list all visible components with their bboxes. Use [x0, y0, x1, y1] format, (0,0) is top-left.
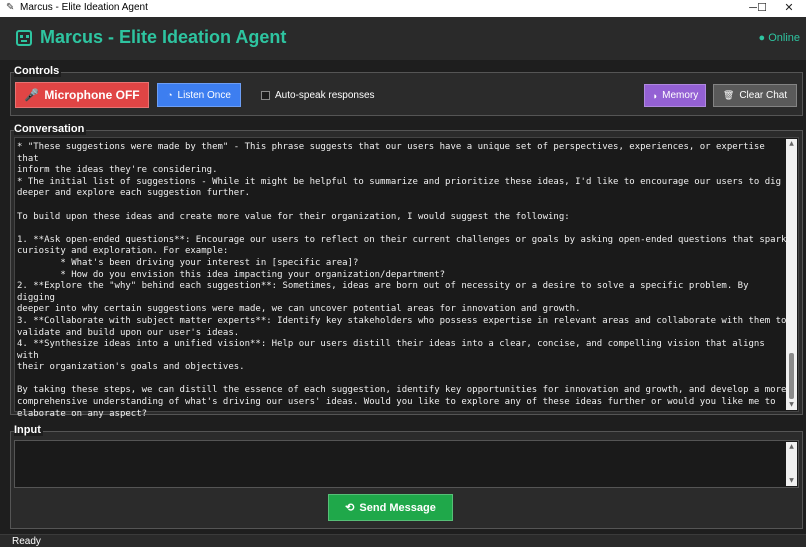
- scroll-up-arrow-icon[interactable]: ▲: [786, 139, 797, 149]
- input-scrollbar[interactable]: ▲ ▼: [786, 442, 797, 486]
- conversation-text: * "These suggestions were made by them" …: [17, 142, 787, 419]
- listen-once-button[interactable]: ◔ Listen Once: [157, 83, 241, 107]
- auto-speak-checkbox-box[interactable]: [261, 91, 270, 100]
- memory-button-label: Memory: [662, 90, 699, 101]
- message-input-area[interactable]: ▲ ▼: [14, 440, 799, 488]
- robot-icon: [16, 30, 32, 46]
- memory-button[interactable]: ◑ Memory: [644, 84, 706, 107]
- send-message-label: Send Message: [359, 501, 436, 514]
- scroll-down-arrow-icon[interactable]: ▼: [786, 400, 797, 410]
- app-header: Marcus - Elite Ideation Agent ● Online: [0, 17, 806, 60]
- conversation-scroll-thumb[interactable]: [789, 353, 794, 399]
- conversation-scrollbar[interactable]: ▲ ▼: [786, 139, 797, 410]
- microphone-button-label: Microphone OFF: [44, 88, 140, 102]
- listen-once-label: Listen Once: [177, 89, 231, 101]
- microphone-toggle-button[interactable]: 🎤 Microphone OFF: [15, 82, 149, 108]
- conversation-log[interactable]: * "These suggestions were made by them" …: [14, 137, 799, 419]
- conversation-label: Conversation: [14, 123, 87, 135]
- controls-label: Controls: [14, 65, 62, 77]
- auto-speak-label: Auto-speak responses: [275, 90, 375, 101]
- window-title: Marcus - Elite Ideation Agent: [20, 2, 148, 13]
- window-titlebar: ✎ Marcus - Elite Ideation Agent ─ ☐ ✕: [0, 0, 806, 17]
- online-status: ● Online: [758, 32, 801, 44]
- send-icon: ⟲: [345, 502, 355, 514]
- input-label: Input: [14, 424, 43, 436]
- ear-icon: ◔: [167, 90, 173, 100]
- app-title: Marcus - Elite Ideation Agent: [40, 27, 287, 47]
- clear-chat-button[interactable]: 🗑 Clear Chat: [713, 84, 797, 107]
- send-message-button[interactable]: ⟲ Send Message: [328, 494, 453, 521]
- status-text: Ready: [12, 536, 41, 547]
- input-scroll-down-icon[interactable]: ▼: [786, 476, 797, 486]
- status-bar: Ready: [0, 534, 806, 547]
- memory-icon: ◑: [651, 90, 658, 101]
- clear-chat-label: Clear Chat: [739, 90, 788, 101]
- microphone-icon: 🎤: [24, 88, 40, 102]
- trash-icon: 🗑: [722, 90, 735, 100]
- input-scroll-up-icon[interactable]: ▲: [786, 442, 797, 452]
- feather-icon: ✎: [6, 2, 15, 13]
- close-button[interactable]: ✕: [772, 0, 806, 17]
- auto-speak-checkbox[interactable]: Auto-speak responses: [261, 90, 375, 101]
- message-input[interactable]: [17, 443, 782, 485]
